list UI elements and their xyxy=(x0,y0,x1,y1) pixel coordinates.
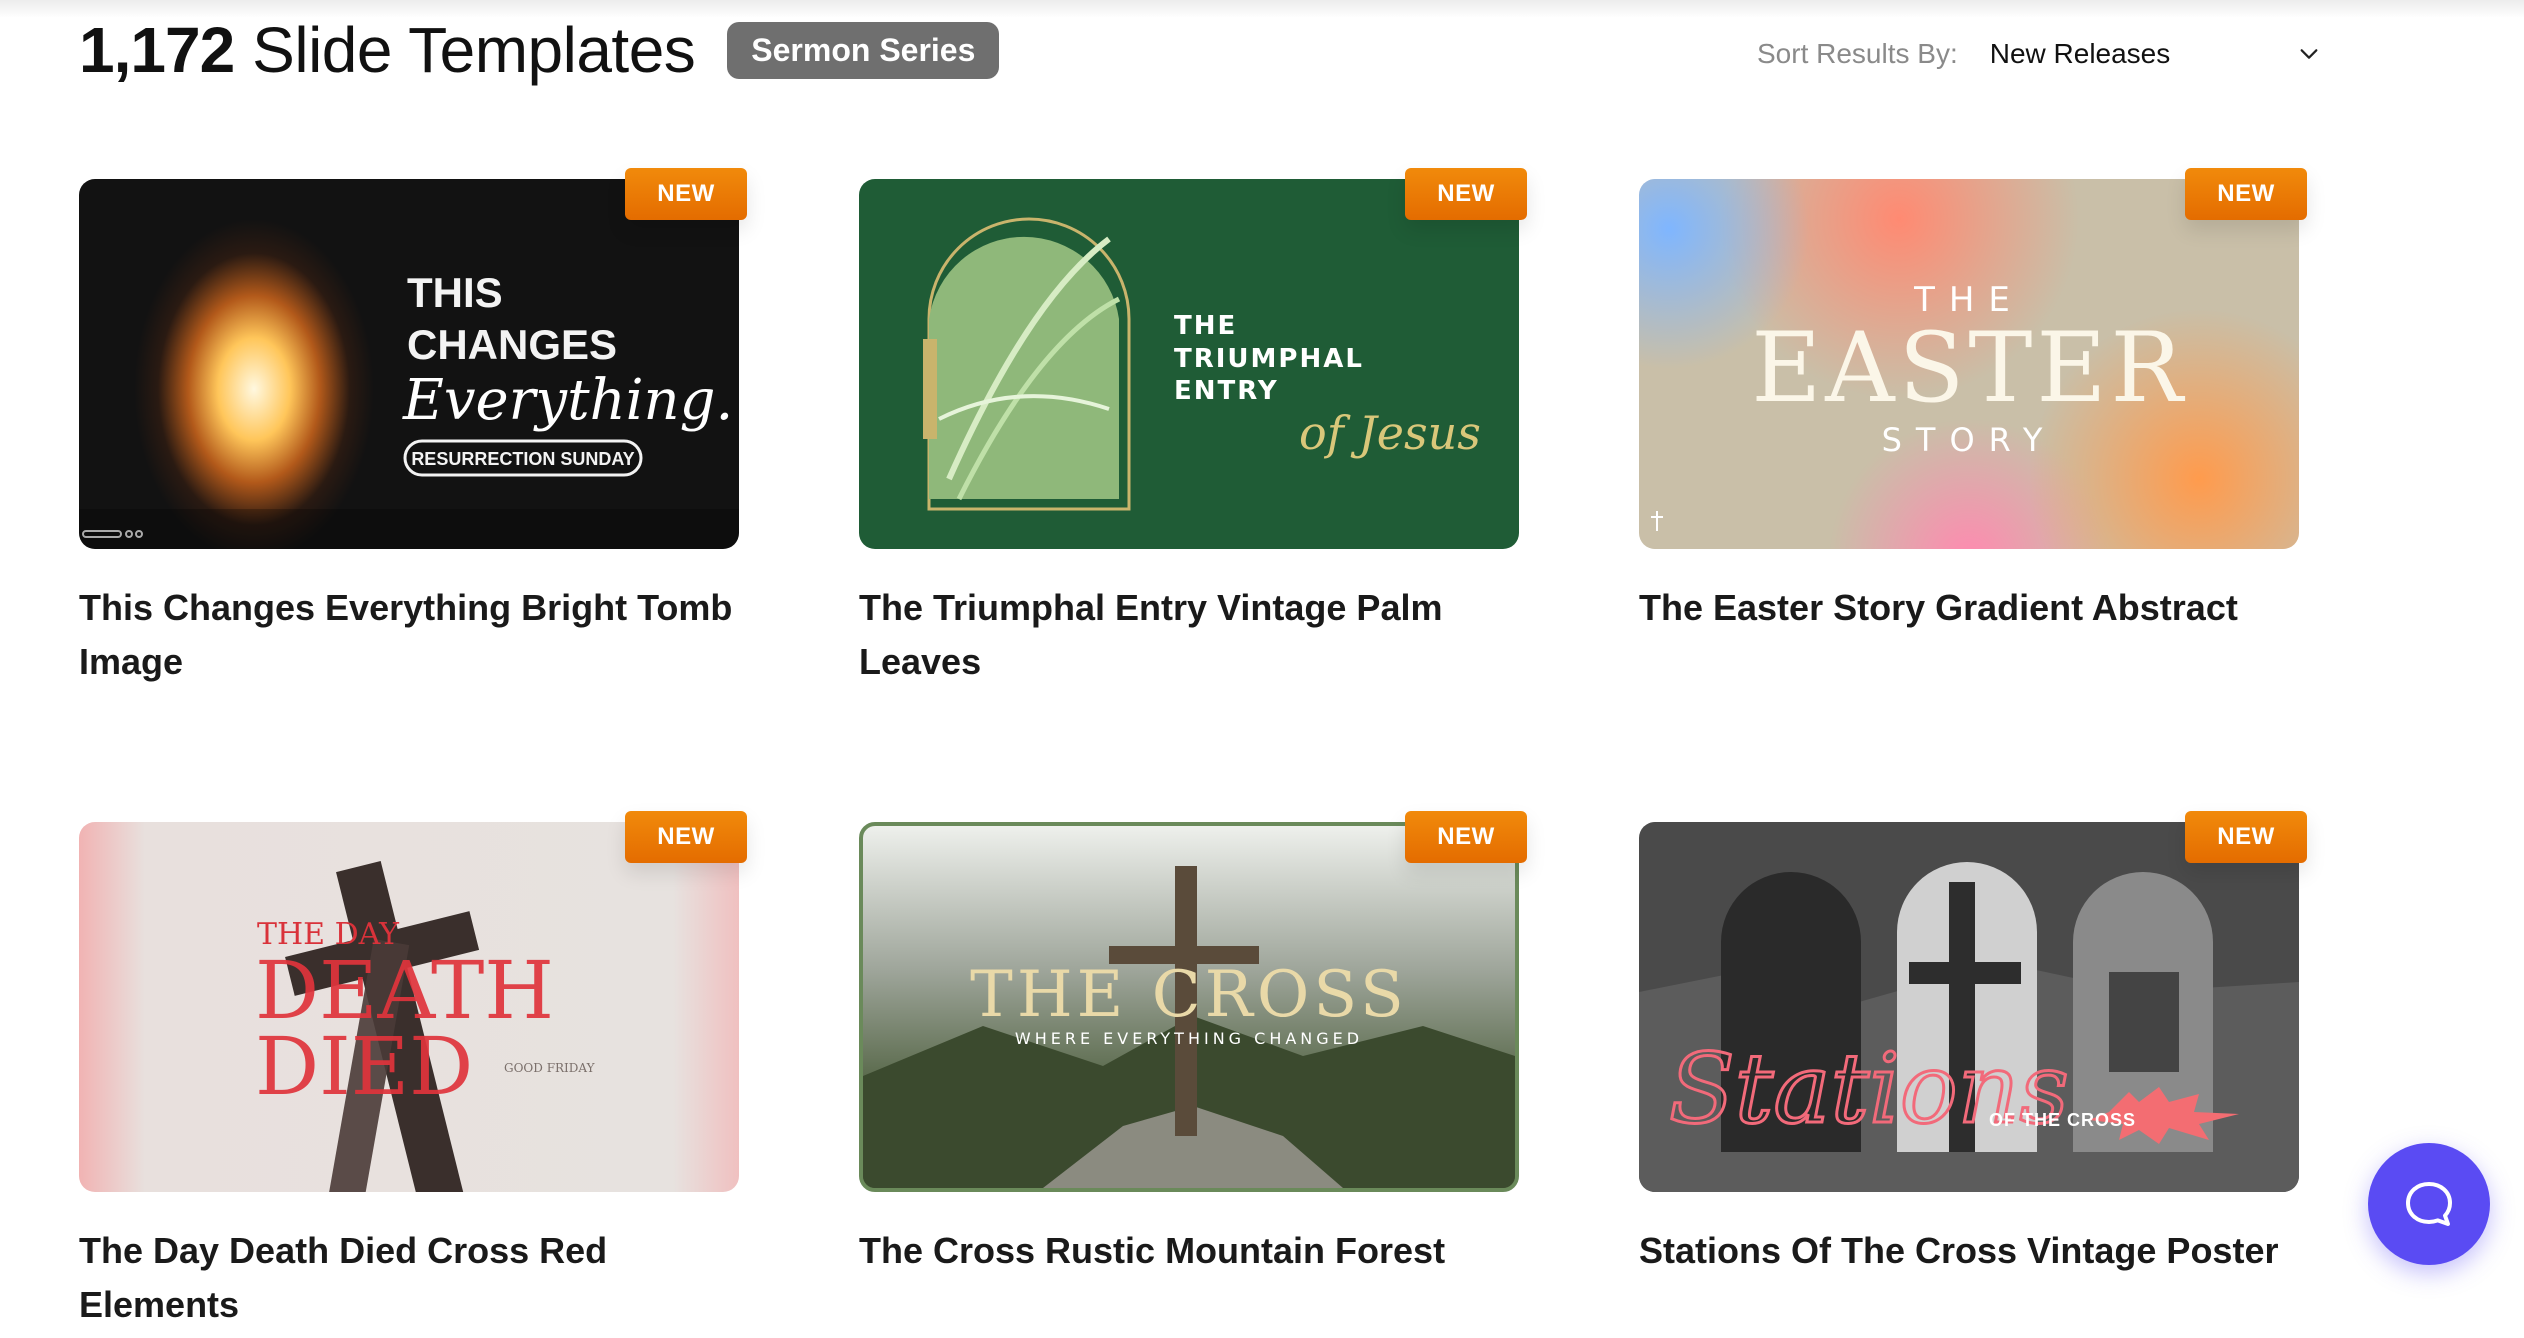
chevron-down-icon xyxy=(2300,49,2318,59)
art-text: STORY xyxy=(1882,421,2057,459)
template-title[interactable]: This Changes Everything Bright Tomb Imag… xyxy=(79,581,759,689)
new-badge: NEW xyxy=(2185,811,2307,863)
art-text: EASTER xyxy=(1751,312,2187,424)
template-thumbnail[interactable]: THE CROSS WHERE EVERYTHING CHANGED xyxy=(859,822,1519,1192)
thumbnail-art: Stations OF THE CROSS xyxy=(1639,862,2299,1192)
thumbnail-art: THE CROSS WHERE EVERYTHING CHANGED xyxy=(863,866,1515,1188)
template-card[interactable]: NEW THE TRIUMPHAL ENTRY of Jesus The Tri… xyxy=(859,168,1527,689)
art-text: WHERE EVERYTHING CHANGED xyxy=(1015,1029,1363,1048)
results-count: 1,172 xyxy=(79,14,235,86)
sort-selected-value: New Releases xyxy=(1989,38,2171,69)
template-title[interactable]: The Easter Story Gradient Abstract xyxy=(1639,581,2319,635)
thumbnail-art: THE EASTER STORY xyxy=(1651,280,2187,531)
template-title[interactable]: The Triumphal Entry Vintage Palm Leaves xyxy=(859,581,1539,689)
art-text: THE xyxy=(1174,311,1237,341)
chat-button[interactable] xyxy=(2368,1143,2490,1265)
template-title[interactable]: Stations Of The Cross Vintage Poster xyxy=(1639,1224,2319,1278)
art-text: GOOD FRIDAY xyxy=(504,1061,596,1075)
template-thumbnail[interactable]: Stations OF THE CROSS xyxy=(1639,822,2299,1192)
template-thumbnail[interactable]: THE TRIUMPHAL ENTRY of Jesus xyxy=(859,179,1519,549)
new-badge: NEW xyxy=(1405,811,1527,863)
art-text: CHANGES xyxy=(407,321,617,368)
art-text: ENTRY xyxy=(1174,376,1279,406)
art-text: THE CROSS xyxy=(970,958,1408,1032)
art-text: of Jesus xyxy=(1299,406,1481,460)
new-badge: NEW xyxy=(1405,168,1527,220)
chat-bubble-icon xyxy=(2406,1182,2452,1226)
template-thumbnail[interactable]: THE EASTER STORY xyxy=(1639,179,2299,549)
template-title[interactable]: The Day Death Died Cross Red Elements xyxy=(79,1224,759,1332)
new-badge: NEW xyxy=(2185,168,2307,220)
template-card[interactable]: NEW THE CROSS WHERE EVERYTHING CHANGED T… xyxy=(859,811,1527,1278)
art-text: RESURRECTION SUNDAY xyxy=(411,449,634,469)
art-text: DIED xyxy=(255,1020,473,1113)
page: 1,172 Slide Templates Sermon Series Sort… xyxy=(0,0,2524,1338)
thumbnail-art: THIS CHANGES Everything. RESURRECTION SU… xyxy=(79,269,739,549)
template-card[interactable]: NEW Stations OF THE CROSS Stations Of Th… xyxy=(1639,811,2307,1278)
thumbnail-art: THE DAY DEATH DIED GOOD FRIDAY xyxy=(255,861,596,1192)
template-card[interactable]: NEW THE DAY DEATH DIED GOOD FRIDAY The D… xyxy=(79,811,747,1332)
sort-dropdown[interactable]: New Releases xyxy=(1990,30,2320,78)
results-title: Slide Templates xyxy=(252,14,696,86)
art-text: OF THE CROSS xyxy=(1989,1110,2136,1130)
art-text: THIS xyxy=(407,269,503,316)
results-header: 1,172 Slide Templates Sermon Series xyxy=(79,10,1000,90)
thumbnail-art: THE TRIUMPHAL ENTRY of Jesus xyxy=(923,217,1481,511)
art-text: Everything. xyxy=(402,368,733,433)
template-title[interactable]: The Cross Rustic Mountain Forest xyxy=(859,1224,1539,1278)
sort-control: Sort Results By: New Releases xyxy=(1757,30,2320,78)
category-chip[interactable]: Sermon Series xyxy=(727,21,1000,79)
sort-label: Sort Results By: xyxy=(1757,38,1958,69)
template-card[interactable]: NEW THE EASTER STORY The Easter Story Gr… xyxy=(1639,168,2307,635)
template-thumbnail[interactable]: THIS CHANGES Everything. RESURRECTION SU… xyxy=(79,179,739,549)
new-badge: NEW xyxy=(625,168,747,220)
art-text: TRIUMPHAL xyxy=(1174,344,1364,374)
template-thumbnail[interactable]: THE DAY DEATH DIED GOOD FRIDAY xyxy=(79,822,739,1192)
template-card[interactable]: NEW THIS CHANGES Everything. RESURRECTIO… xyxy=(79,168,747,689)
new-badge: NEW xyxy=(625,811,747,863)
